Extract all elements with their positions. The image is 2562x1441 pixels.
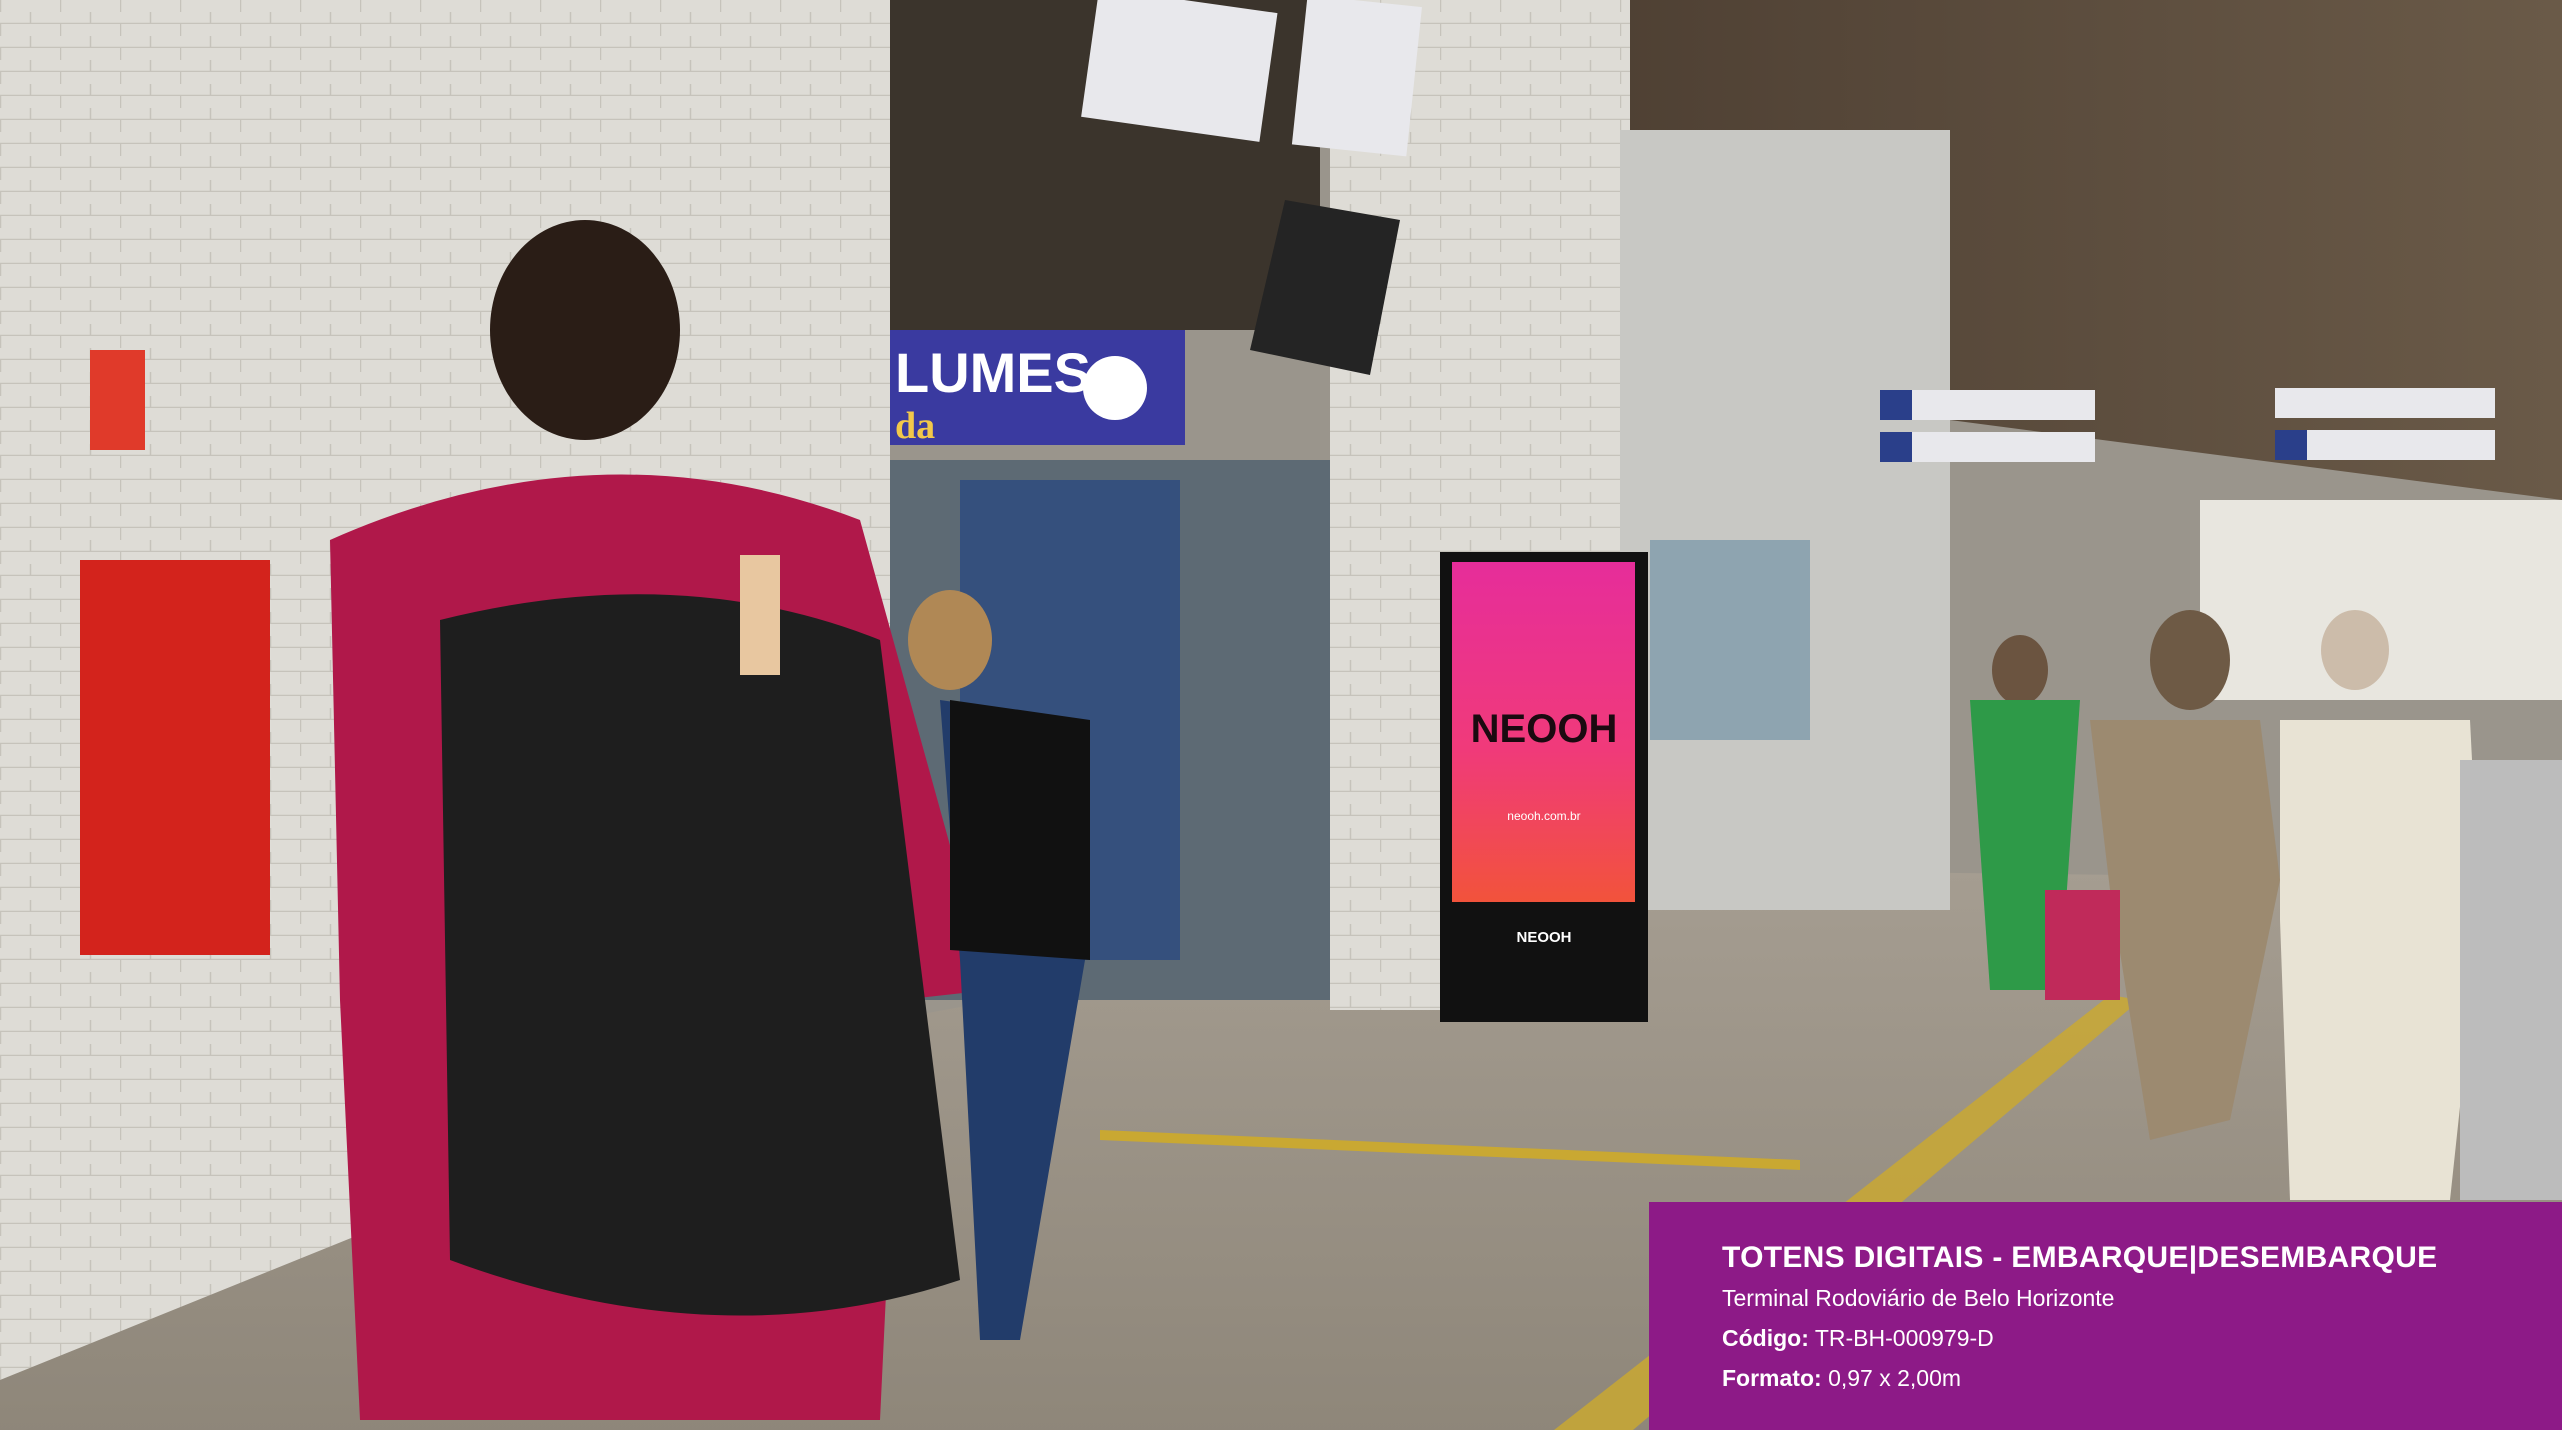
totem-url: neooh.com.br [1507, 809, 1580, 823]
sanitarios-sign [1880, 390, 2095, 420]
info-icon [2275, 430, 2307, 460]
info-sign-hanging [1081, 0, 1278, 142]
woman-head-left [908, 590, 992, 690]
caption-format-value: 0,97 x 2,00m [1828, 1365, 1962, 1391]
info-sign-hanging-2 [1291, 0, 1422, 157]
totem-brand: NEOOH [1471, 707, 1618, 751]
woman-head-center [2150, 610, 2230, 710]
bottle-in-backpack [740, 555, 780, 675]
fire-hydrant-box [80, 560, 270, 955]
overhead-sign [2275, 388, 2495, 418]
turnstile [2460, 760, 2562, 1200]
man-striped-shirt [2280, 720, 2480, 1200]
caption-code-label: Código: [1722, 1325, 1809, 1351]
taxi-sign [1880, 432, 2095, 462]
pink-suitcase [2045, 890, 2120, 1000]
caption-format: Formato: 0,97 x 2,00m [1722, 1358, 2562, 1398]
caption-title: TOTENS DIGITAIS - EMBARQUE|DESEMBARQUE [1722, 1241, 2438, 1274]
man-head-right [2321, 610, 2389, 690]
fire-extinguisher-sign [90, 350, 145, 450]
man-head [490, 220, 680, 440]
woman-head-far [1992, 635, 2048, 705]
arrow-left-icon-2 [1880, 432, 1912, 462]
shop-window [1650, 540, 1810, 740]
volumes-sign-text: LUMES [895, 341, 1091, 404]
informacoes-sign-right [2275, 430, 2495, 460]
arrow-left-icon [1880, 390, 1912, 420]
caption-code: Código: TR-BH-000979-D [1722, 1318, 2562, 1358]
bottom-border [0, 1430, 2562, 1441]
caption-location: Terminal Rodoviário de Belo Horizonte [1722, 1285, 2115, 1311]
totem-footer-brand: NEOOH [1516, 929, 1571, 946]
black-backpack [440, 594, 960, 1316]
caption-code-value: TR-BH-000979-D [1814, 1325, 1994, 1351]
volumes-sign-sub: da [895, 405, 935, 447]
caption-format-label: Formato: [1722, 1365, 1822, 1391]
caption-panel: TOTENS DIGITAIS - EMBARQUE|DESEMBARQUE T… [1649, 1202, 2562, 1430]
woman-left-top [950, 700, 1090, 960]
luggage-icon [1083, 356, 1147, 420]
shop-front [1620, 130, 1950, 910]
